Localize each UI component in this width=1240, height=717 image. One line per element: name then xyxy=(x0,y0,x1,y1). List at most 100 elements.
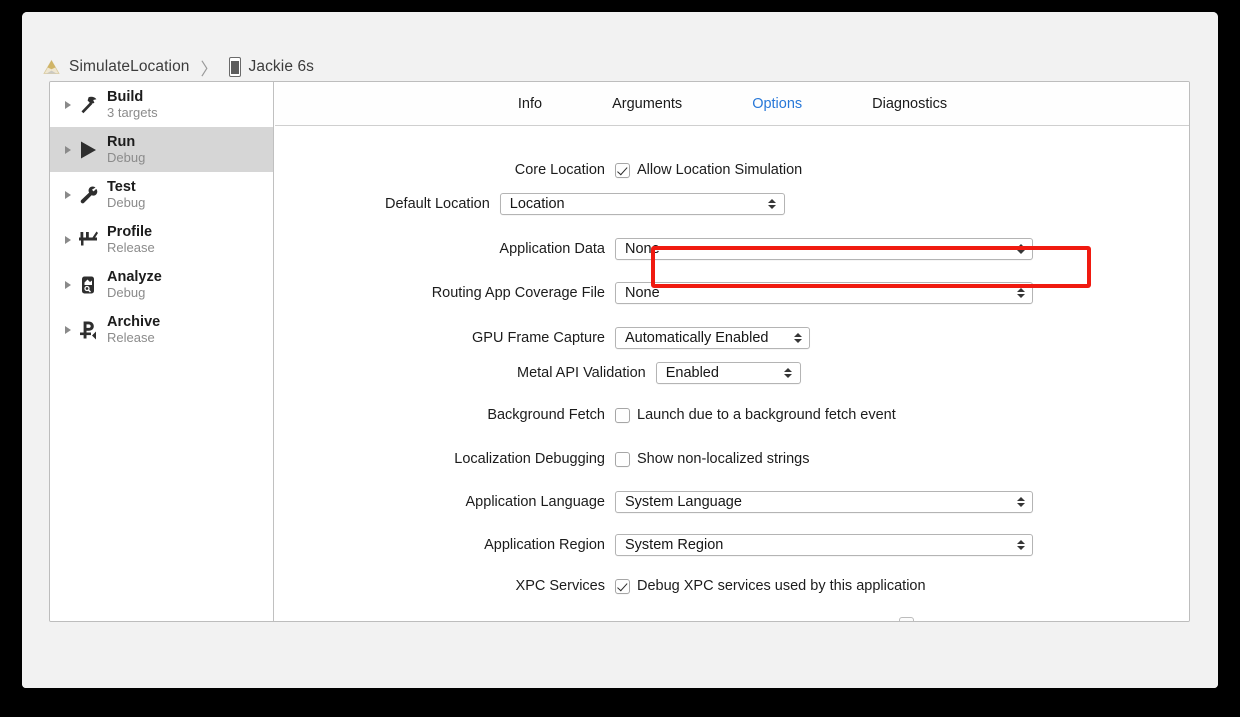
gpu-frame-capture-value: Automatically Enabled xyxy=(625,330,769,346)
row-application-data: Application Data None xyxy=(275,238,1189,260)
sidebar-item-test[interactable]: Test Debug xyxy=(50,172,273,217)
row-default-location: Default Location Location xyxy=(385,193,785,215)
chevron-up-down-icon xyxy=(1016,286,1025,300)
tab-arguments[interactable]: Arguments xyxy=(608,94,686,114)
play-icon xyxy=(75,137,101,163)
breadcrumb-device-label: Jackie 6s xyxy=(248,58,315,75)
chevron-up-down-icon xyxy=(768,197,777,211)
sidebar-item-title: Build xyxy=(107,88,144,105)
breadcrumb-project-label: SimulateLocation xyxy=(69,58,190,75)
default-location-select[interactable]: Location xyxy=(499,193,785,215)
metal-api-validation-label: Metal API Validation xyxy=(517,365,646,381)
application-language-value: System Language xyxy=(625,494,742,510)
breadcrumb-item-device[interactable]: Jackie 6s xyxy=(228,57,315,77)
sidebar-item-title: Test xyxy=(107,178,136,195)
application-data-value: None xyxy=(625,241,660,257)
application-language-select[interactable]: System Language xyxy=(615,491,1033,513)
sidebar-item-title: Archive xyxy=(107,313,161,330)
sidebar-item-subtitle: 3 targets xyxy=(107,104,158,120)
wrench-icon xyxy=(75,182,101,208)
disclosure-triangle-icon[interactable] xyxy=(61,325,75,334)
sidebar-item-build[interactable]: Build 3 targets xyxy=(50,82,273,127)
scheme-editor-panel: Build 3 targets Run Debug Test Debug Pro… xyxy=(49,81,1190,622)
scheme-action-sidebar: Build 3 targets Run Debug Test Debug Pro… xyxy=(50,82,274,621)
sidebar-item-subtitle: Debug xyxy=(107,284,146,300)
disclosure-triangle-icon[interactable] xyxy=(61,100,75,109)
breadcrumb-item-project[interactable]: SimulateLocation xyxy=(42,58,190,77)
gpu-frame-capture-label: GPU Frame Capture xyxy=(472,330,605,346)
sidebar-item-analyze[interactable]: Analyze Debug xyxy=(50,262,273,307)
application-region-label: Application Region xyxy=(484,537,605,553)
routing-app-coverage-file-value: None xyxy=(625,285,660,301)
background-fetch-label: Background Fetch xyxy=(487,407,605,423)
chevron-up-down-icon xyxy=(784,366,793,380)
row-routing-app-coverage-file: Routing App Coverage File None xyxy=(275,282,1189,304)
tab-bar: Info Arguments Options Diagnostics xyxy=(275,82,1189,126)
disclosure-triangle-icon[interactable] xyxy=(61,190,75,199)
iphone-device-icon xyxy=(228,57,241,77)
routing-app-coverage-file-select[interactable]: None xyxy=(615,282,1033,304)
routing-app-coverage-file-label: Routing App Coverage File xyxy=(431,285,605,301)
breadcrumb: SimulateLocation 〉 Jackie 6s xyxy=(42,56,315,79)
localization-debugging-checkbox[interactable] xyxy=(615,451,630,467)
analyze-icon xyxy=(75,272,101,298)
chevron-up-down-icon xyxy=(1016,242,1025,256)
sidebar-item-subtitle: Debug xyxy=(107,194,146,210)
xpc-services-checkbox-label: Debug XPC services used by this applicat… xyxy=(637,578,926,594)
xcode-app-icon xyxy=(42,58,61,77)
disclosure-triangle-icon[interactable] xyxy=(61,280,75,289)
breadcrumb-separator-icon: 〉 xyxy=(200,59,218,79)
row-application-language: Application Language System Language xyxy=(275,491,1189,513)
application-language-label: Application Language xyxy=(465,494,605,510)
scheme-content-area: Info Arguments Options Diagnostics Core … xyxy=(275,82,1189,621)
options-form: Core Location Allow Location Simulation … xyxy=(275,126,1189,621)
hammer-icon xyxy=(75,92,101,118)
sidebar-item-title: Analyze xyxy=(107,268,162,285)
row-localization-debugging: Localization Debugging Show non-localize… xyxy=(275,451,1189,467)
tab-info[interactable]: Info xyxy=(514,94,546,114)
sidebar-item-subtitle: Release xyxy=(107,329,155,345)
tab-options[interactable]: Options xyxy=(748,94,806,114)
metal-api-validation-value: Enabled xyxy=(665,365,719,381)
application-region-select[interactable]: System Region xyxy=(615,534,1033,556)
row-gpu-frame-capture: GPU Frame Capture Automatically Enabled xyxy=(275,327,1189,349)
xpc-services-label: XPC Services xyxy=(515,578,605,594)
sidebar-item-subtitle: Release xyxy=(107,239,155,255)
scheme-editor-window: SimulateLocation 〉 Jackie 6s Build 3 tar… xyxy=(22,12,1218,688)
row-core-location: Core Location Allow Location Simulation xyxy=(275,162,1189,178)
sidebar-item-run[interactable]: Run Debug xyxy=(50,127,273,172)
xpc-services-checkbox[interactable] xyxy=(615,578,630,594)
sidebar-item-title: Profile xyxy=(107,223,153,240)
allow-location-simulation-label: Allow Location Simulation xyxy=(637,162,803,178)
sidebar-item-subtitle: Debug xyxy=(107,149,146,165)
localization-debugging-checkbox-label: Show non-localized strings xyxy=(637,451,810,467)
row-application-region: Application Region System Region xyxy=(275,534,1189,556)
caliper-icon xyxy=(75,227,101,253)
default-location-value: Location xyxy=(509,196,565,212)
chevron-up-down-icon xyxy=(1016,538,1025,552)
application-region-value: System Region xyxy=(625,537,724,553)
chevron-up-down-icon xyxy=(793,331,802,345)
disclosure-triangle-icon[interactable] xyxy=(61,145,75,154)
sidebar-item-profile[interactable]: Profile Release xyxy=(50,217,273,262)
application-data-label: Application Data xyxy=(499,241,605,257)
window-titlebar: SimulateLocation 〉 Jackie 6s xyxy=(22,12,1218,86)
background-fetch-checkbox-label: Launch due to a background fetch event xyxy=(637,407,896,423)
sidebar-item-archive[interactable]: Archive Release xyxy=(50,307,273,352)
localization-debugging-label: Localization Debugging xyxy=(454,451,605,467)
allow-location-simulation-checkbox[interactable] xyxy=(615,162,630,178)
row-metal-api-validation: Metal API Validation Enabled xyxy=(517,362,801,384)
gpu-frame-capture-select[interactable]: Automatically Enabled xyxy=(615,327,810,349)
archive-icon xyxy=(75,317,101,343)
background-fetch-checkbox[interactable] xyxy=(615,407,630,423)
metal-api-validation-select[interactable]: Enabled xyxy=(655,362,801,384)
core-location-label: Core Location xyxy=(514,162,605,178)
tab-diagnostics[interactable]: Diagnostics xyxy=(868,94,951,114)
sidebar-item-title: Run xyxy=(107,133,136,150)
default-location-label: Default Location xyxy=(385,196,490,212)
application-data-select[interactable]: None xyxy=(615,238,1033,260)
window-bottom-bar: Duplicate Scheme Manage Schemes... Share… xyxy=(22,622,1218,688)
row-background-fetch: Background Fetch Launch due to a backgro… xyxy=(275,407,1189,423)
chevron-up-down-icon xyxy=(1016,495,1025,509)
disclosure-triangle-icon[interactable] xyxy=(61,235,75,244)
